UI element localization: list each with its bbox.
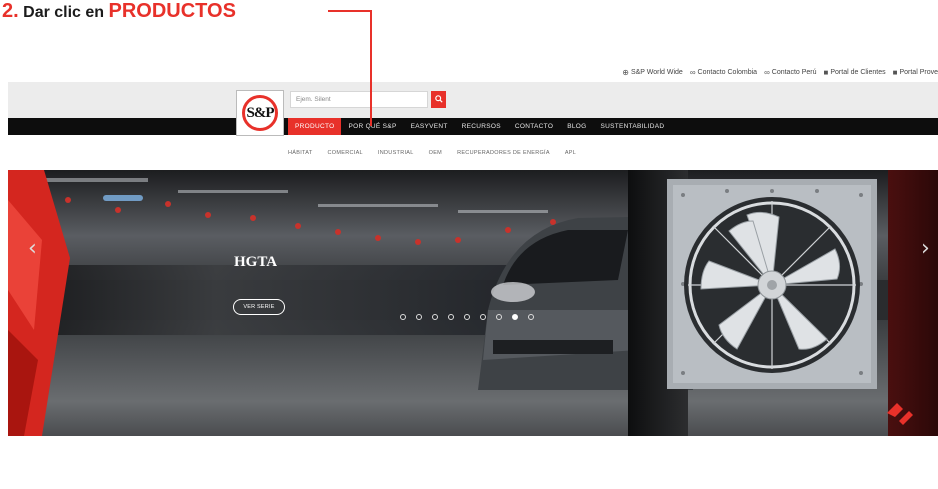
link-icon: ∞ — [689, 68, 696, 77]
sub-nav: HÁBITAT COMERCIAL INDUSTRIAL OEM RECUPERADOR… — [288, 150, 591, 156]
brand-mark-icon — [887, 403, 913, 425]
utility-link[interactable]: ∞ Contacto Perú — [764, 68, 816, 77]
callout-line — [328, 10, 372, 12]
utility-link[interactable]: ∞ Contacto Colombia — [690, 68, 757, 77]
slide-indicators — [400, 314, 534, 320]
search-icon — [434, 94, 443, 105]
globe-icon: ⊕ — [622, 68, 629, 77]
slide-dot[interactable] — [512, 314, 518, 320]
utility-link-label: Portal Prove — [899, 69, 938, 76]
slide-dot[interactable] — [432, 314, 438, 320]
step-number: 2. — [2, 0, 19, 22]
subnav-item[interactable]: APL — [565, 150, 591, 156]
search-button[interactable] — [431, 91, 446, 108]
view-series-button[interactable]: VER SERIE — [233, 299, 285, 315]
search-input[interactable]: Ejem. Silent — [290, 91, 428, 108]
slide-title: HGTA — [234, 254, 278, 270]
slide-dot[interactable] — [400, 314, 406, 320]
hero-slider[interactable]: HGTA VER SERIE ‹ › — [8, 170, 938, 436]
instruction-annotation: 2. Dar clic en PRODUCTOS — [2, 0, 236, 26]
utility-link[interactable]: ■ Portal de Clientes — [824, 68, 886, 77]
nav-item[interactable]: PRODUCTO — [288, 118, 342, 135]
instruction-text: Dar clic en — [18, 4, 109, 21]
subnav-item[interactable]: RECUPERADORES DE ENERGÍA — [457, 150, 565, 156]
subnav-item[interactable]: COMERCIAL — [328, 150, 378, 156]
link-icon: ∞ — [764, 68, 770, 77]
nav-item[interactable]: POR QUÉ S&P — [341, 118, 403, 135]
nav-item[interactable]: CONTACTO — [508, 118, 560, 135]
slide-dot[interactable] — [464, 314, 470, 320]
utility-link[interactable]: ⊕ S&P World Wide — [622, 68, 683, 77]
utility-link[interactable]: ■ Portal Prove — [893, 68, 938, 77]
brand-logo[interactable]: S&P — [236, 90, 284, 136]
nav-item[interactable]: SUSTENTABILIDAD — [593, 118, 671, 135]
utility-links: ⊕ S&P World Wide ∞ Contacto Colombia ∞ Contac… — [622, 68, 938, 77]
nav-item[interactable]: EASYVENT — [404, 118, 455, 135]
chevron-left-icon[interactable]: ‹ — [28, 236, 37, 261]
nav-item[interactable]: BLOG — [560, 118, 593, 135]
utility-link-label: S&P World Wide — [630, 69, 683, 76]
utility-link-label: Portal de Clientes — [830, 69, 886, 76]
subnav-item[interactable]: INDUSTRIAL — [378, 150, 429, 156]
chevron-right-icon[interactable]: › — [921, 236, 930, 261]
instruction-emphasis: PRODUCTOS — [108, 0, 236, 22]
slide-dot[interactable] — [496, 314, 502, 320]
red-decoration — [8, 170, 70, 436]
callout-line-vertical — [370, 10, 372, 126]
utility-link-label: Contacto Perú — [771, 69, 817, 76]
subnav-item[interactable]: OEM — [429, 150, 457, 156]
nav-item[interactable]: RECURSOS — [455, 118, 508, 135]
subnav-item[interactable]: HÁBITAT — [288, 150, 328, 156]
header-bar — [8, 82, 938, 118]
slide-dot[interactable] — [448, 314, 454, 320]
lock-icon: ■ — [892, 68, 898, 77]
lock-icon: ■ — [823, 68, 829, 77]
slide-dot[interactable] — [480, 314, 486, 320]
utility-link-label: Contacto Colombia — [697, 69, 758, 76]
slide-dot[interactable] — [416, 314, 422, 320]
logo-mark: S&P — [242, 95, 278, 131]
main-nav: PRODUCTO POR QUÉ S&P EASYVENT RECURSOS CONTA… — [288, 118, 671, 135]
fan-product-image — [667, 179, 877, 389]
slide-dot[interactable] — [528, 314, 534, 320]
